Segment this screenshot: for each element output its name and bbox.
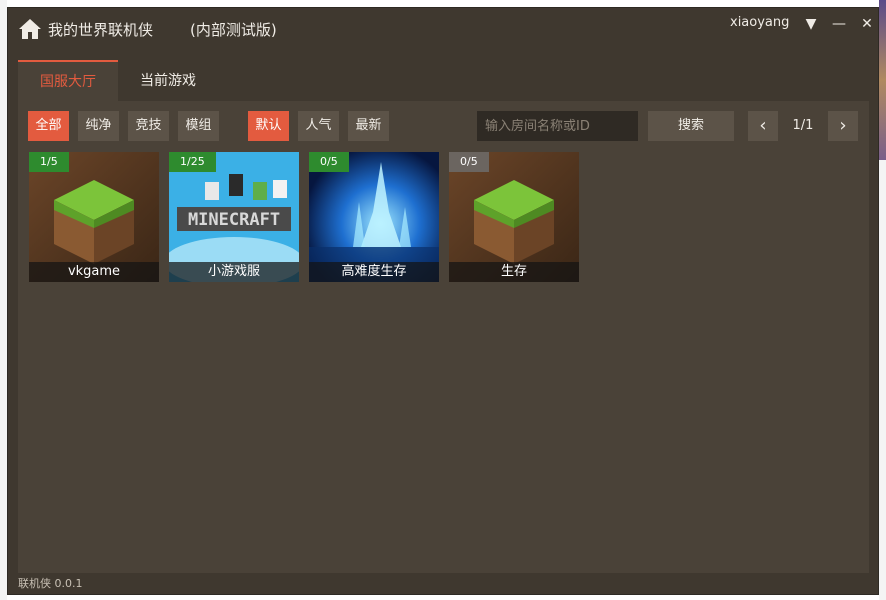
player-count-badge: 0/5 [309, 152, 349, 172]
room-name: vkgame [29, 262, 159, 282]
tab-national-lobby[interactable]: 国服大厅 [18, 60, 118, 102]
player-count-badge: 0/5 [449, 152, 489, 172]
version-label: 联机侠 0.0.1 [18, 577, 83, 590]
room-card[interactable]: MINECRAFT 1/25 小游戏服 [169, 152, 299, 282]
filter-pure-button[interactable]: 纯净 [78, 111, 119, 141]
page-indicator: 1/1 [792, 118, 814, 133]
filter-all-button[interactable]: 全部 [28, 111, 69, 141]
filter-competitive-button[interactable]: 竞技 [128, 111, 169, 141]
dropdown-menu-icon[interactable]: ▼ [801, 14, 821, 34]
home-icon[interactable] [18, 18, 42, 40]
sort-popularity-button[interactable]: 人气 [298, 111, 339, 141]
filter-mod-button[interactable]: 模组 [178, 111, 219, 141]
player-count-badge: 1/5 [29, 152, 69, 172]
prev-page-button[interactable]: ‹ [748, 111, 778, 141]
room-name: 高难度生存 [309, 262, 439, 282]
room-name: 生存 [449, 262, 579, 282]
svg-text:MINECRAFT: MINECRAFT [188, 210, 280, 230]
username[interactable]: xiaoyang [730, 15, 789, 30]
room-search-input[interactable] [477, 111, 638, 141]
room-card[interactable]: 0/5 生存 [449, 152, 579, 282]
lobby-panel: 全部 纯净 竞技 模组 默认 人气 最新 搜索 ‹ 1/1 › [18, 101, 869, 573]
close-icon[interactable]: ✕ [857, 14, 877, 34]
title-bar[interactable]: 我的世界联机侠 (内部测试版) xiaoyang ▼ — ✕ [8, 8, 878, 52]
app-edition: (内部测试版) [190, 21, 277, 39]
search-button[interactable]: 搜索 [648, 111, 734, 141]
next-page-button[interactable]: › [828, 111, 858, 141]
app-window: 我的世界联机侠 (内部测试版) xiaoyang ▼ — ✕ 国服大厅 当前游戏… [7, 7, 879, 595]
room-card[interactable]: 0/5 高难度生存 [309, 152, 439, 282]
sort-newest-button[interactable]: 最新 [348, 111, 389, 141]
minimize-icon[interactable]: — [829, 14, 849, 34]
sort-default-button[interactable]: 默认 [248, 111, 289, 141]
room-card[interactable]: 1/5 vkgame [29, 152, 159, 282]
app-title: 我的世界联机侠 [48, 21, 154, 39]
room-name: 小游戏服 [169, 262, 299, 282]
tab-current-game[interactable]: 当前游戏 [118, 60, 218, 102]
player-count-badge: 1/25 [169, 152, 216, 172]
desktop-background-image [879, 0, 886, 160]
desktop-background-left [0, 0, 7, 600]
